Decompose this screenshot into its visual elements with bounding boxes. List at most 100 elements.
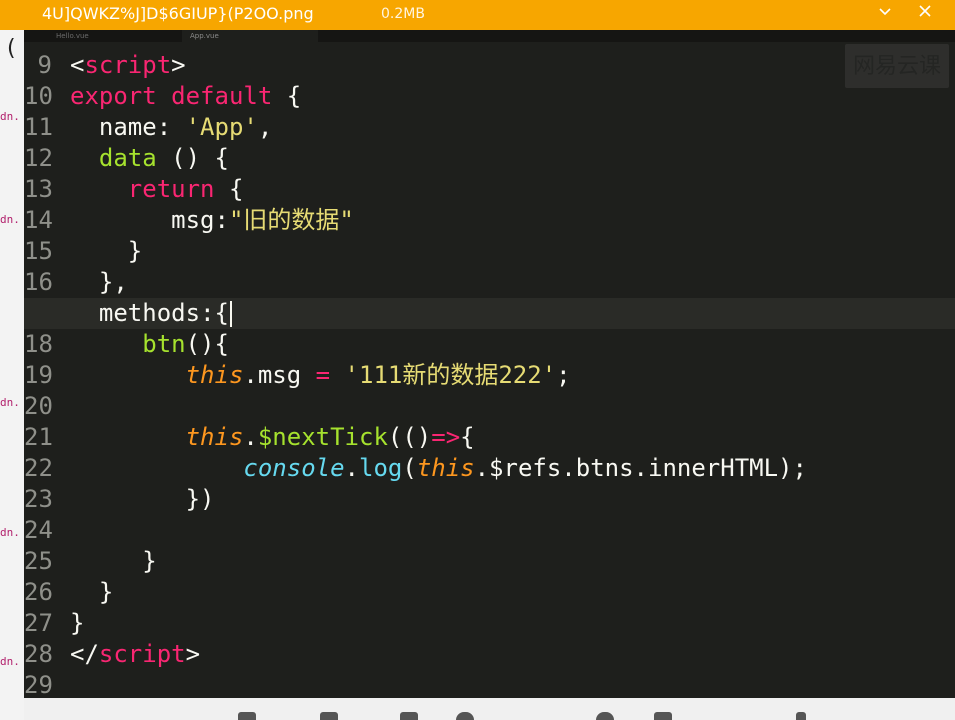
code-line: } <box>70 237 143 265</box>
code-token: btn <box>142 330 186 358</box>
code-token: $nextTick <box>257 423 388 451</box>
line-number: 29 <box>24 671 53 698</box>
line-number: 9 <box>37 51 52 79</box>
code-line: name: 'App', <box>70 112 955 143</box>
code-token: , <box>257 113 273 141</box>
code-token: 'App' <box>185 113 258 141</box>
line-number: 15 <box>24 237 53 265</box>
toolbar-icon[interactable] <box>456 712 474 720</box>
code-line: </script> <box>70 639 955 670</box>
code-token: (){ <box>185 330 229 358</box>
code-token: () { <box>156 144 229 172</box>
code-token: > <box>185 640 201 668</box>
code-token: log <box>359 454 403 482</box>
code-token: < <box>70 51 85 79</box>
code-token: "旧的数据" <box>228 206 354 234</box>
line-number: 27 <box>24 609 53 637</box>
code-line: export default { <box>70 81 955 112</box>
code-token: : <box>156 113 186 141</box>
background-paren: ( <box>7 36 16 61</box>
toolbar-icon[interactable] <box>238 712 256 720</box>
line-number: 13 <box>24 175 53 203</box>
line-number: 10 <box>24 82 53 110</box>
code-line: data () { <box>70 143 955 174</box>
code-token: </ <box>70 640 99 668</box>
tab-hello-vue[interactable]: Hello.vue <box>48 30 166 42</box>
line-number: 23 <box>24 485 53 513</box>
code-token: script <box>98 640 186 668</box>
line-number-gutter: 9 10 11 12 13 14 15 16 17 18 19 20 21 22… <box>24 50 56 698</box>
code-token: default <box>171 82 273 110</box>
code-line: msg:"旧的数据" <box>70 205 955 236</box>
code-token: name <box>98 113 157 141</box>
code-line: console.log(this.$refs.btns.innerHTML); <box>70 453 955 484</box>
code-token: return <box>127 175 215 203</box>
code-token: : <box>214 206 229 234</box>
code-line: this.msg = '111新的数据222'; <box>70 360 955 391</box>
code-token: data <box>98 144 157 172</box>
background-fragment: dn. <box>0 213 20 226</box>
code-token: methods <box>98 299 201 327</box>
toolbar-icon[interactable] <box>400 712 418 720</box>
line-number: 21 <box>24 423 53 451</box>
code-token: . <box>243 423 258 451</box>
code-token: { <box>272 82 302 110</box>
code-editor-screenshot: Hello.vue App.vue 网易云课 I 9 10 11 12 13 1… <box>24 30 955 698</box>
line-number: 25 <box>24 547 53 575</box>
close-icon[interactable] <box>914 3 936 25</box>
code-token: export <box>70 82 157 110</box>
toolbar-icon[interactable] <box>596 712 614 720</box>
code-token: this <box>185 361 244 389</box>
file-name: 4U]QWKZ%J]D$6GIUP}(P2OO.png <box>42 4 314 23</box>
code-token: => <box>431 423 461 451</box>
toolbar-icon[interactable] <box>320 712 338 720</box>
viewer-bottom-toolbar <box>24 698 955 720</box>
background-fragment: dn. <box>0 110 20 123</box>
code-line: } <box>70 547 157 575</box>
code-token: console <box>243 454 345 482</box>
toolbar-icon[interactable] <box>654 712 672 720</box>
code-line-active: methods:{ <box>24 298 955 329</box>
code-line: return { <box>70 174 955 205</box>
background-fragment: dn. <box>0 526 20 539</box>
image-viewer-title-bar: 4U]QWKZ%J]D$6GIUP}(P2OO.png 0.2MB <box>0 0 955 30</box>
code-token: { <box>460 423 475 451</box>
code-line: btn(){ <box>70 329 955 360</box>
line-number: 26 <box>24 578 53 606</box>
code-area[interactable]: <script> export default { name: 'App', d… <box>24 50 955 698</box>
line-number: 16 <box>24 268 53 296</box>
chevron-down-icon[interactable] <box>874 3 896 25</box>
code-token: this <box>416 454 475 482</box>
toolbar-icon[interactable] <box>796 712 806 720</box>
code-token: .$refs.btns.innerHTML); <box>474 454 807 482</box>
code-line: } <box>70 609 85 637</box>
code-token: msg <box>171 206 215 234</box>
line-number: 12 <box>24 144 53 172</box>
line-number: 22 <box>24 454 53 482</box>
code-token: script <box>84 51 172 79</box>
code-token: . <box>344 454 359 482</box>
line-number: 19 <box>24 361 53 389</box>
code-token: '111新的数据222' <box>344 361 557 389</box>
tab-app-vue[interactable]: App.vue <box>182 30 318 42</box>
code-line: }, <box>70 268 128 296</box>
line-number: 14 <box>24 206 53 234</box>
code-token: { <box>214 175 244 203</box>
code-line: this.$nextTick(()=>{ <box>70 422 955 453</box>
code-token: .msg <box>243 361 316 389</box>
background-fragment: dn. <box>0 396 20 409</box>
text-caret <box>229 301 232 327</box>
background-fragment: dn. <box>0 655 20 668</box>
